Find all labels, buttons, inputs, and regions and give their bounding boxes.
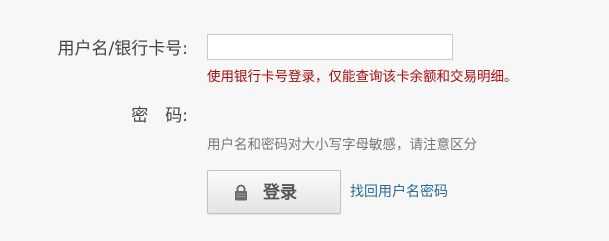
lock-icon <box>235 184 247 201</box>
password-label: 密 码: <box>131 106 188 126</box>
login-button[interactable]: 登录 <box>207 170 341 214</box>
username-hint: 使用银行卡号登录，仅能查询该卡余额和交易明细。 <box>207 69 518 85</box>
username-input[interactable] <box>207 34 453 60</box>
password-hint: 用户名和密码对大小写字母敏感，请注意区分 <box>207 137 477 153</box>
recover-username-password-link[interactable]: 找回用户名密码 <box>350 183 448 201</box>
username-label: 用户名/银行卡号: <box>57 39 188 59</box>
login-button-label: 登录 <box>263 183 297 203</box>
login-form: 用户名/银行卡号: 使用银行卡号登录，仅能查询该卡余额和交易明细。 密 码: 用… <box>0 0 609 241</box>
